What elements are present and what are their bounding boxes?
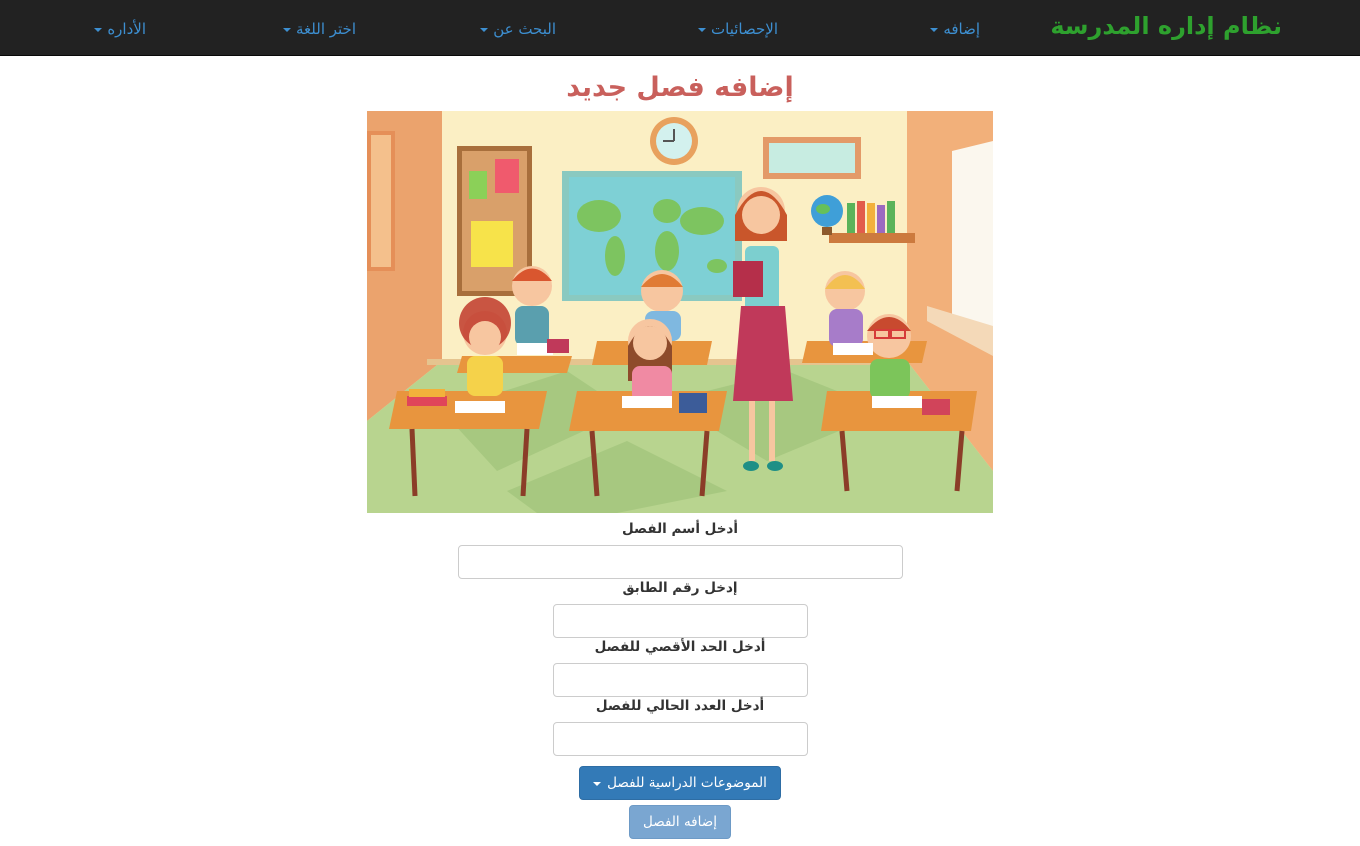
page-title: إضافه فصل جديد	[566, 72, 794, 103]
caret-down-icon	[94, 28, 103, 32]
class-subjects-dropdown-button[interactable]: الموضوعات الدراسية للفصل	[579, 766, 781, 800]
class-name-input[interactable]	[458, 545, 903, 579]
brand-title[interactable]: نظام إداره المدرسة	[1050, 12, 1282, 40]
nav-search-label: البحث عن	[493, 20, 556, 38]
floor-number-label: إدخل رقم الطابق	[622, 580, 738, 596]
caret-down-icon	[480, 28, 489, 32]
top-navbar: نظام إداره المدرسة إضافه الإحصائيات البح…	[0, 0, 1360, 56]
caret-down-icon	[593, 782, 602, 786]
class-subjects-label: الموضوعات الدراسية للفصل	[607, 775, 767, 791]
max-capacity-label: أدخل الحد الأقصي للفصل	[594, 639, 766, 655]
nav-search-dropdown[interactable]: البحث عن	[480, 20, 556, 38]
caret-down-icon	[283, 28, 291, 32]
nav-admin-dropdown[interactable]: الأداره	[94, 20, 146, 38]
nav-admin-label: الأداره	[107, 20, 146, 38]
classroom-illustration	[367, 111, 993, 513]
nav-add-dropdown[interactable]: إضافه	[930, 20, 980, 38]
floor-number-input[interactable]	[553, 604, 808, 638]
caret-down-icon	[930, 28, 939, 32]
nav-statistics-dropdown[interactable]: الإحصائيات	[698, 20, 778, 38]
nav-statistics-label: الإحصائيات	[711, 20, 778, 38]
current-count-input[interactable]	[553, 722, 808, 756]
nav-add-label: إضافه	[943, 20, 980, 38]
add-class-button[interactable]: إضافه الفصل	[629, 805, 731, 839]
nav-language-dropdown[interactable]: اختر اللغة	[283, 20, 356, 38]
nav-language-label: اختر اللغة	[296, 20, 356, 38]
max-capacity-input[interactable]	[553, 663, 808, 697]
class-name-label: أدخل أسم الفصل	[622, 521, 738, 537]
current-count-label: أدخل العدد الحالي للفصل	[595, 698, 765, 714]
caret-down-icon	[698, 28, 707, 32]
